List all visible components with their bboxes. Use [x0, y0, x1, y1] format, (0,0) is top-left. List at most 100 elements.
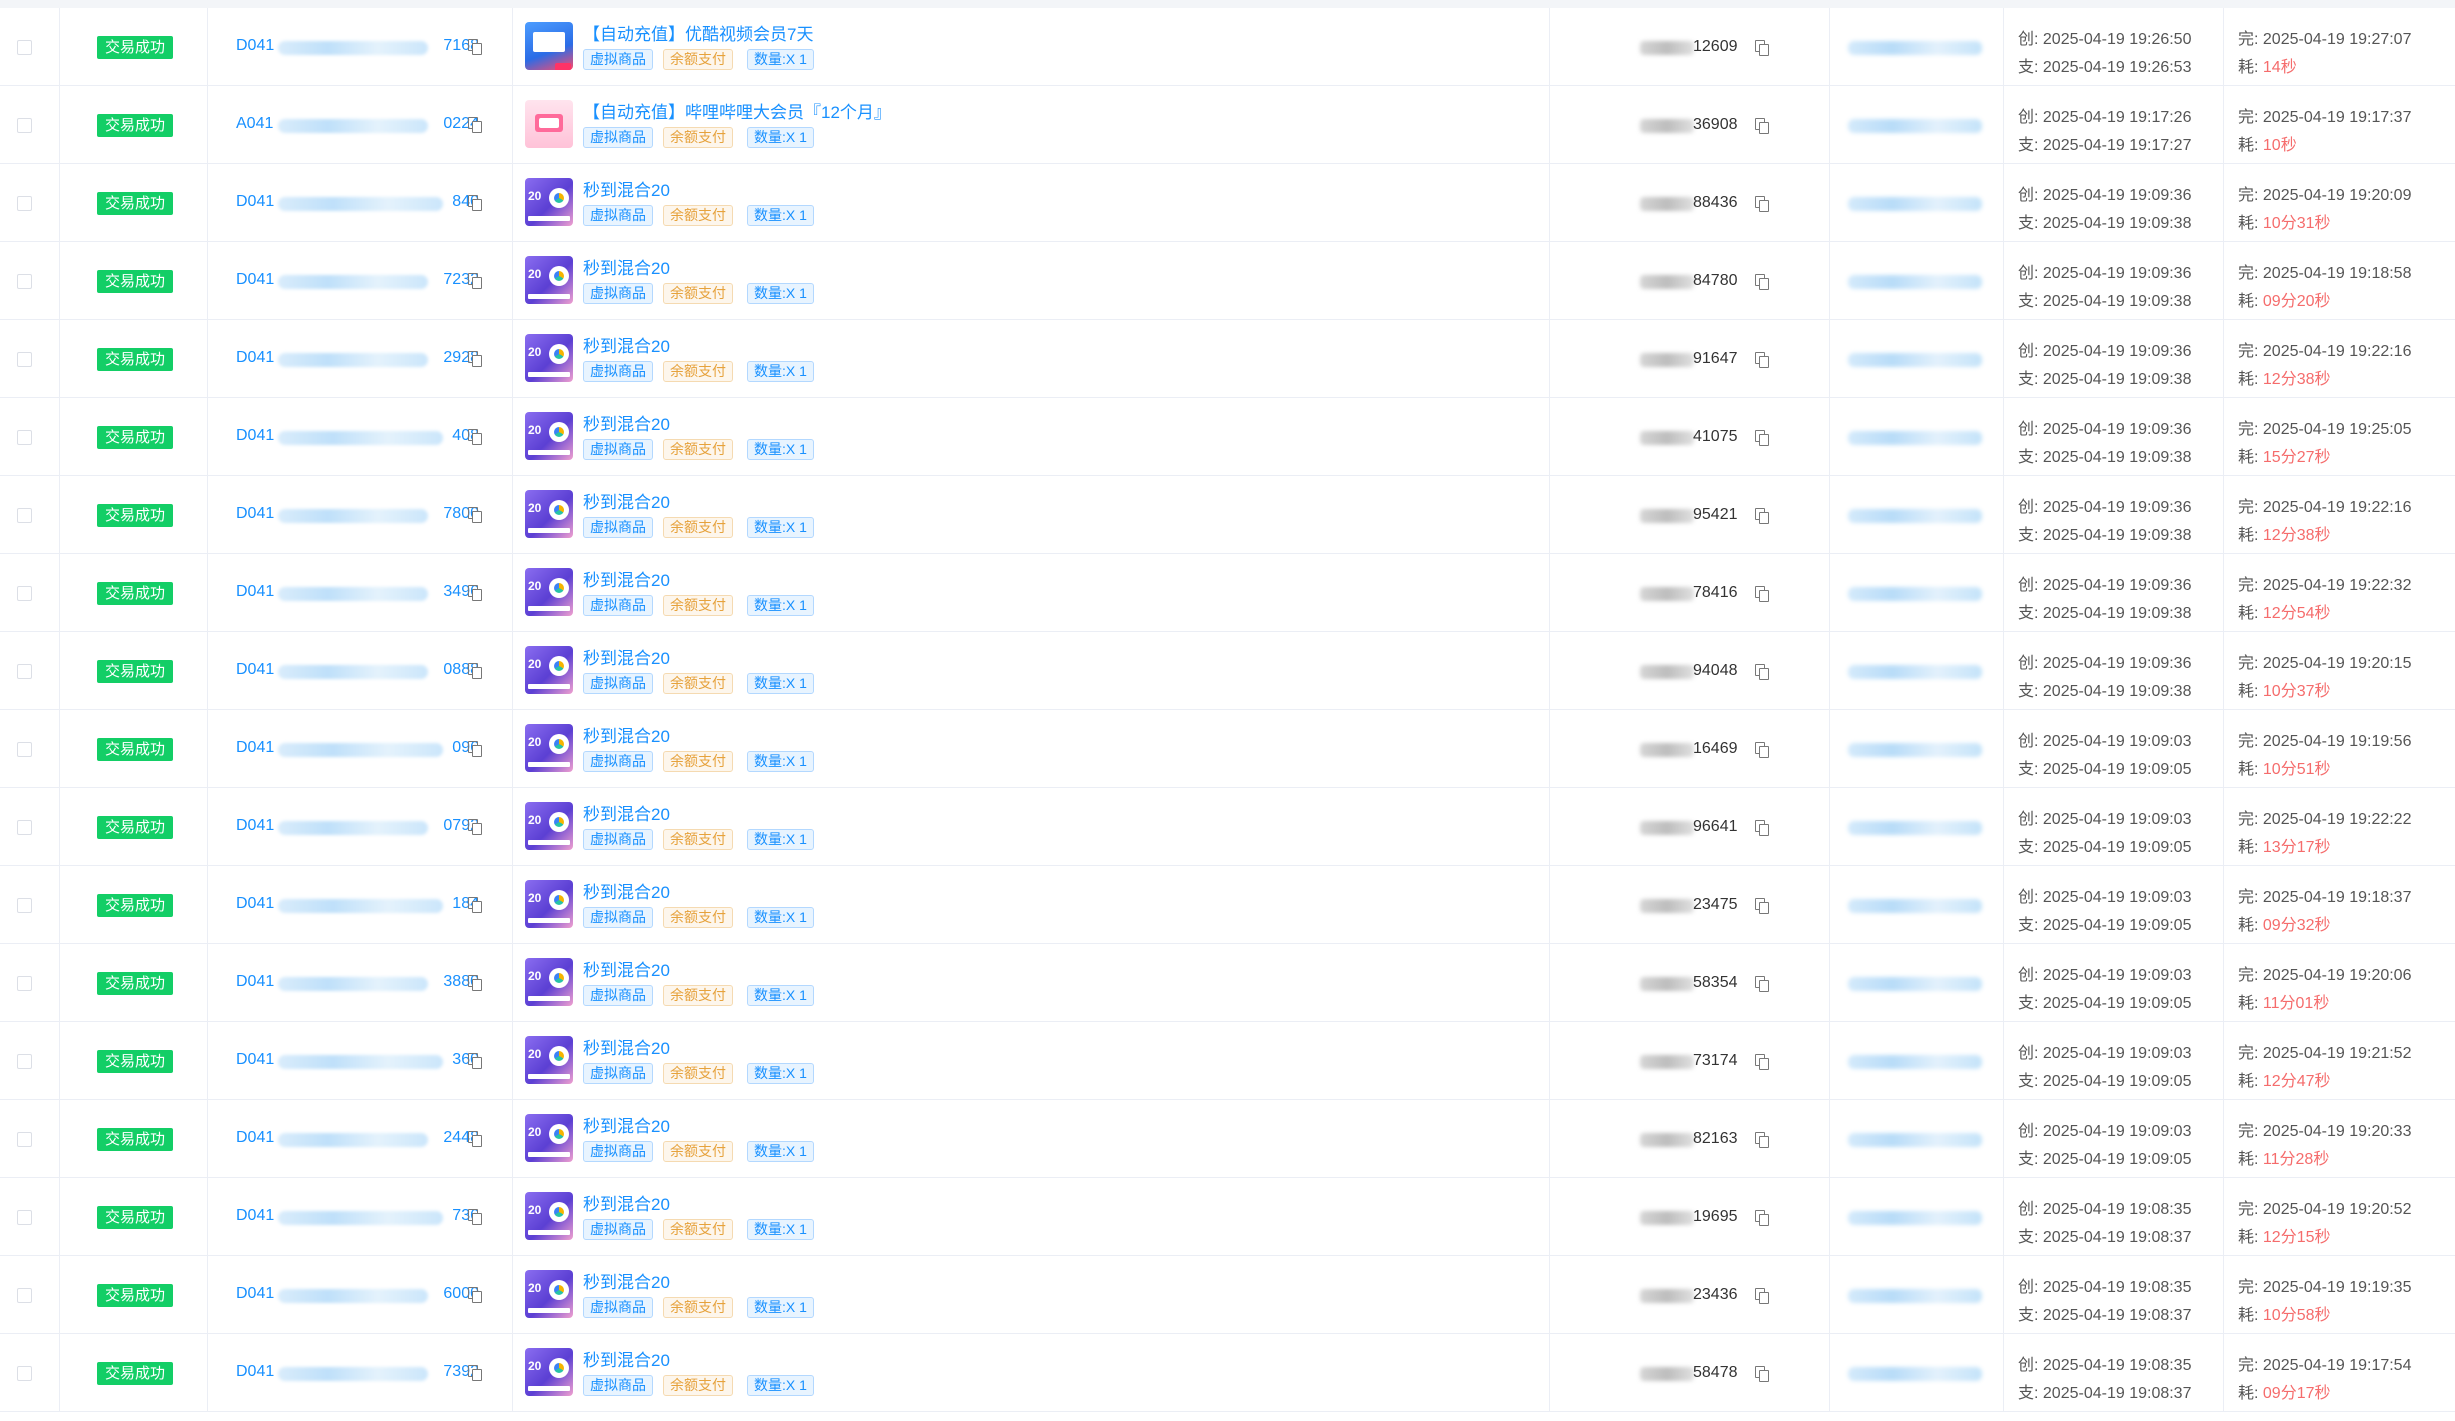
copy-icon[interactable]: [1755, 274, 1769, 290]
order-id-prefix[interactable]: D041: [236, 1207, 274, 1225]
goods-title-link[interactable]: 秒到混合20: [583, 1190, 670, 1215]
order-id-prefix[interactable]: D041: [236, 349, 274, 367]
balance-pay-tag: 余额支付: [663, 439, 733, 460]
row-checkbox[interactable]: [17, 586, 32, 601]
row-checkbox[interactable]: [17, 274, 32, 289]
order-id-prefix[interactable]: D041: [236, 1051, 274, 1069]
row-checkbox[interactable]: [17, 508, 32, 523]
copy-icon[interactable]: [468, 39, 482, 55]
row-checkbox[interactable]: [17, 1210, 32, 1225]
goods-title-link[interactable]: 秒到混合20: [583, 956, 670, 981]
thumb-label: 20: [528, 1359, 542, 1373]
goods-title-link[interactable]: 【自动充值】优酷视频会员7天: [583, 20, 813, 45]
copy-icon[interactable]: [1755, 664, 1769, 680]
row-checkbox[interactable]: [17, 40, 32, 55]
goods-title-link[interactable]: 【自动充值】哔哩哔哩大会员『12个月』: [583, 98, 891, 123]
copy-icon[interactable]: [468, 429, 482, 445]
row-checkbox[interactable]: [17, 976, 32, 991]
copy-icon[interactable]: [468, 1209, 482, 1225]
row-checkbox[interactable]: [17, 1132, 32, 1147]
copy-icon[interactable]: [468, 195, 482, 211]
account-cell: 94048: [1550, 632, 1830, 710]
copy-icon[interactable]: [468, 273, 482, 289]
copy-icon[interactable]: [1755, 1366, 1769, 1382]
goods-title-link[interactable]: 秒到混合20: [583, 410, 670, 435]
goods-title-link[interactable]: 秒到混合20: [583, 1268, 670, 1293]
copy-icon[interactable]: [468, 1287, 482, 1303]
order-id-prefix[interactable]: D041: [236, 1363, 274, 1381]
copy-icon[interactable]: [1755, 820, 1769, 836]
order-id-prefix[interactable]: D041: [236, 505, 274, 523]
goods-title-link[interactable]: 秒到混合20: [583, 566, 670, 591]
copy-icon[interactable]: [468, 1053, 482, 1069]
row-checkbox[interactable]: [17, 196, 32, 211]
copy-icon[interactable]: [468, 507, 482, 523]
status-badge: 交易成功: [97, 348, 174, 371]
copy-icon[interactable]: [1755, 1210, 1769, 1226]
order-id-prefix[interactable]: D041: [236, 427, 274, 445]
row-checkbox[interactable]: [17, 1054, 32, 1069]
paid-time: 支: 2025-04-19 19:09:38: [2018, 605, 2192, 622]
goods-title-link[interactable]: 秒到混合20: [583, 800, 670, 825]
copy-icon[interactable]: [468, 663, 482, 679]
row-checkbox[interactable]: [17, 1366, 32, 1381]
copy-icon[interactable]: [468, 1365, 482, 1381]
copy-icon[interactable]: [468, 897, 482, 913]
order-id-prefix[interactable]: D041: [236, 817, 274, 835]
select-cell: [0, 242, 60, 320]
copy-icon[interactable]: [468, 117, 482, 133]
copy-icon[interactable]: [1755, 196, 1769, 212]
order-id-prefix[interactable]: D041: [236, 973, 274, 991]
row-checkbox[interactable]: [17, 742, 32, 757]
copy-icon[interactable]: [468, 975, 482, 991]
copy-icon[interactable]: [468, 1131, 482, 1147]
row-checkbox[interactable]: [17, 118, 32, 133]
order-id-prefix[interactable]: D041: [236, 193, 274, 211]
copy-icon[interactable]: [1755, 1132, 1769, 1148]
account-suffix: 94048: [1693, 662, 1738, 679]
row-checkbox[interactable]: [17, 664, 32, 679]
order-id-prefix[interactable]: D041: [236, 895, 274, 913]
copy-icon[interactable]: [1755, 742, 1769, 758]
order-id-prefix[interactable]: D041: [236, 1129, 274, 1147]
row-checkbox[interactable]: [17, 352, 32, 367]
copy-icon[interactable]: [1755, 430, 1769, 446]
copy-icon[interactable]: [1755, 976, 1769, 992]
copy-icon[interactable]: [1755, 118, 1769, 134]
row-checkbox[interactable]: [17, 1288, 32, 1303]
goods-title-link[interactable]: 秒到混合20: [583, 254, 670, 279]
order-id-prefix[interactable]: D041: [236, 37, 274, 55]
copy-icon[interactable]: [468, 819, 482, 835]
order-id-prefix[interactable]: A041: [236, 115, 273, 133]
thumb-label: 20: [528, 891, 542, 905]
copy-icon[interactable]: [1755, 508, 1769, 524]
goods-title-link[interactable]: 秒到混合20: [583, 488, 670, 513]
order-id-prefix[interactable]: D041: [236, 739, 274, 757]
row-checkbox[interactable]: [17, 430, 32, 445]
order-id-prefix[interactable]: D041: [236, 271, 274, 289]
goods-title-link[interactable]: 秒到混合20: [583, 1346, 670, 1371]
row-checkbox[interactable]: [17, 820, 32, 835]
copy-icon[interactable]: [1755, 352, 1769, 368]
goods-title-link[interactable]: 秒到混合20: [583, 1112, 670, 1137]
copy-icon[interactable]: [1755, 40, 1769, 56]
copy-icon[interactable]: [468, 585, 482, 601]
order-id-prefix[interactable]: D041: [236, 661, 274, 679]
goods-title-link[interactable]: 秒到混合20: [583, 332, 670, 357]
copy-icon[interactable]: [1755, 898, 1769, 914]
order-id-prefix[interactable]: D041: [236, 583, 274, 601]
copy-icon[interactable]: [468, 351, 482, 367]
goods-title-link[interactable]: 秒到混合20: [583, 1034, 670, 1059]
goods-title-link[interactable]: 秒到混合20: [583, 878, 670, 903]
order-id-prefix[interactable]: D041: [236, 1285, 274, 1303]
row-checkbox[interactable]: [17, 898, 32, 913]
copy-icon[interactable]: [468, 741, 482, 757]
copy-icon[interactable]: [1755, 1288, 1769, 1304]
goods-title-link[interactable]: 秒到混合20: [583, 176, 670, 201]
goods-title-link[interactable]: 秒到混合20: [583, 722, 670, 747]
goods-title-link[interactable]: 秒到混合20: [583, 644, 670, 669]
copy-icon[interactable]: [1755, 586, 1769, 602]
virtual-goods-tag: 虚拟商品: [583, 1219, 653, 1240]
select-cell: [0, 320, 60, 398]
copy-icon[interactable]: [1755, 1054, 1769, 1070]
